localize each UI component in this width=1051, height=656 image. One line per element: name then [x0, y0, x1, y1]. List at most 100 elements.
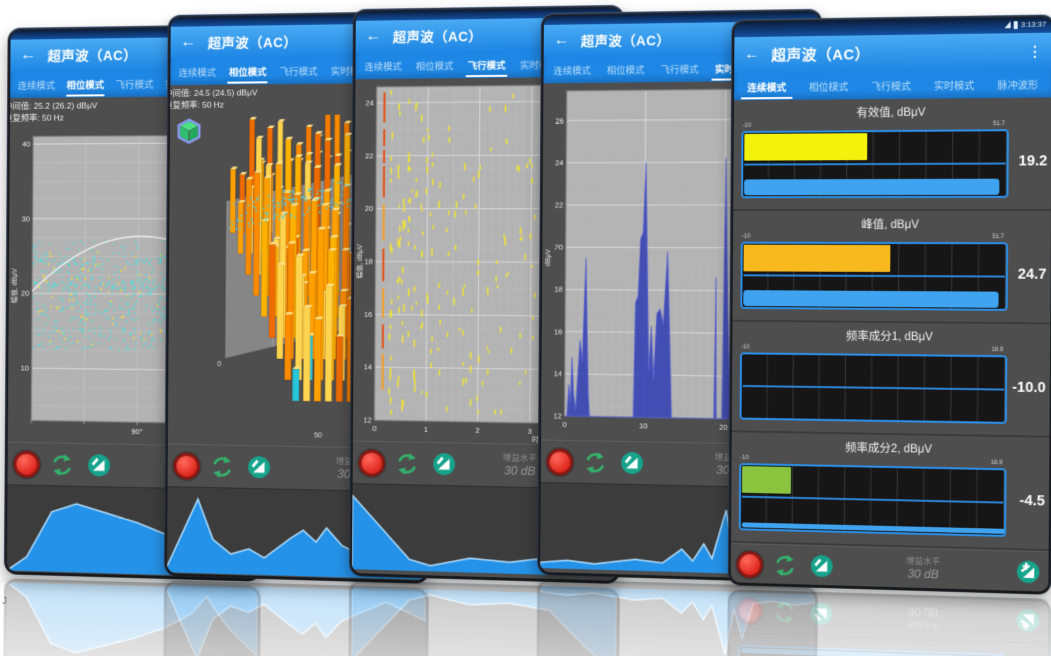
control-bar: 增益水平 30 dB [731, 543, 1049, 592]
tab-飞行模式[interactable]: 飞行模式 [110, 70, 160, 98]
gauge-fill-bar [744, 245, 891, 272]
refresh-button[interactable] [773, 552, 798, 577]
gain-button[interactable] [247, 455, 271, 479]
gauge-min-label: -10 [743, 123, 751, 129]
svg-text:幅值, dBμV: 幅值, dBμV [10, 268, 19, 303]
gauge-value: 19.2 [1019, 153, 1048, 169]
svg-text:20: 20 [719, 423, 727, 432]
tab-相位模式[interactable]: 相位模式 [599, 55, 653, 82]
gauge-peak-bar [742, 522, 1005, 534]
back-button[interactable]: ← [180, 33, 196, 51]
gauge-min-label: -10 [740, 455, 748, 461]
tab-连续模式[interactable]: 连续模式 [357, 52, 409, 79]
gain-button[interactable] [810, 554, 834, 579]
gauge-max-label: 18.9 [991, 460, 1003, 466]
gauge-max-label: 51.7 [992, 234, 1004, 240]
gain-level: 增益水平 30 dB [503, 453, 537, 479]
svg-text:0: 0 [562, 420, 566, 429]
svg-text:26: 26 [556, 116, 564, 125]
tab-连续模式[interactable]: 连续模式 [12, 71, 61, 98]
svg-text:24: 24 [366, 98, 374, 107]
back-button[interactable]: ← [20, 46, 36, 64]
page-title: 超声波（AC） [208, 31, 298, 52]
record-button[interactable] [550, 451, 571, 472]
tab-脉冲波形[interactable]: 脉冲波形 [986, 69, 1050, 98]
tab-连续模式[interactable]: 连续模式 [172, 58, 222, 85]
status-bar-right: 3:13:37 [1004, 20, 1046, 30]
refresh-button[interactable] [395, 451, 420, 476]
svg-text:1: 1 [424, 425, 428, 434]
tab-飞行模式[interactable]: 飞行模式 [860, 71, 923, 100]
app-header: ← 超声波（AC） ⋮ [734, 33, 1051, 73]
svg-text:10: 10 [21, 363, 29, 372]
overflow-menu-icon[interactable]: ⋮ [1028, 42, 1042, 59]
tab-飞行模式[interactable]: 飞行模式 [273, 57, 324, 85]
battery-icon [1014, 21, 1018, 29]
refresh-button[interactable] [210, 454, 235, 479]
gain-button[interactable] [620, 451, 644, 475]
refresh-button[interactable] [50, 452, 75, 477]
svg-text:20: 20 [365, 204, 373, 213]
tab-相位模式[interactable]: 相位模式 [222, 57, 273, 84]
record-button[interactable] [176, 455, 197, 476]
tab-飞行模式[interactable]: 飞行模式 [460, 51, 512, 79]
tab-相位模式[interactable]: 相位模式 [797, 71, 859, 100]
gain-button[interactable] [432, 452, 456, 476]
svg-text:16: 16 [364, 310, 372, 319]
record-button[interactable] [739, 553, 760, 574]
gauge-mid-line [743, 385, 1004, 391]
svg-text:20: 20 [555, 243, 563, 252]
gauge-bar-area [741, 129, 1009, 198]
tab-飞行模式[interactable]: 飞行模式 [652, 55, 706, 83]
svg-text:2: 2 [475, 426, 479, 435]
svg-text:14: 14 [364, 363, 372, 372]
gauge-list: 有效值, dBμV-1051.719.2峰值, dBμV-1051.724.7频… [731, 97, 1051, 551]
svg-text:18: 18 [554, 285, 562, 294]
tab-相位模式[interactable]: 相位模式 [61, 70, 110, 97]
gauge-fill-bar [742, 466, 791, 494]
gauge-fill-bar [744, 133, 867, 160]
gauge-panel-2: 峰值, dBμV-1051.724.7 [732, 211, 1051, 324]
phone-screen-continuous-mode: 3:13:37 ← 超声波（AC） ⋮ 连续模式相位模式飞行模式实时模式脉冲波形… [728, 14, 1051, 594]
gauge-value: 24.7 [1018, 267, 1047, 283]
cube-3d-toggle-icon[interactable] [176, 118, 203, 145]
svg-text:40: 40 [22, 140, 30, 149]
gauge-bar-area [740, 352, 1008, 424]
svg-text:0: 0 [217, 361, 221, 368]
svg-text:12: 12 [363, 415, 371, 424]
gain-button[interactable] [87, 453, 111, 477]
back-button[interactable]: ← [744, 46, 760, 64]
page-title: 超声波（AC） [48, 44, 138, 65]
signal-icon [1004, 21, 1010, 28]
record-button[interactable] [16, 453, 37, 474]
svg-text:20: 20 [21, 289, 29, 298]
svg-text:10: 10 [639, 421, 647, 430]
svg-text:50: 50 [314, 432, 322, 439]
gauge-bar-area [740, 242, 1008, 311]
tab-bar: 连续模式相位模式飞行模式实时模式脉冲波形 [734, 69, 1051, 100]
gauge-title: 频率成分2, dBμV [732, 432, 1050, 459]
page-title: 超声波（AC） [393, 25, 483, 46]
back-button[interactable]: ← [365, 27, 381, 45]
tab-连续模式[interactable]: 连续模式 [736, 72, 798, 100]
refresh-button[interactable] [583, 450, 608, 475]
tab-连续模式[interactable]: 连续模式 [545, 56, 598, 83]
svg-text:14: 14 [554, 369, 562, 378]
tab-实时模式[interactable]: 实时模式 [922, 70, 986, 99]
gauge-mid-line [743, 274, 1004, 277]
page-title: 超声波（AC） [771, 43, 870, 65]
montage-stage: ← 超声波（AC） ⋮ 连续模式相位模式飞行模式实时模式脉冲波形 中间值: 25… [0, 0, 1051, 656]
svg-text:幅值, dBμV: 幅值, dBμV [355, 244, 364, 279]
gauge-max-label: 51.7 [993, 121, 1005, 127]
record-button[interactable] [361, 452, 382, 473]
page-title: 超声波（AC） [581, 29, 671, 50]
tab-相位模式[interactable]: 相位模式 [409, 51, 461, 78]
back-button[interactable]: ← [553, 32, 569, 50]
gauge-peak-bar [743, 290, 998, 308]
gauge-title: 有效值, dBμV [734, 97, 1051, 121]
svg-text:90°: 90° [131, 427, 142, 436]
gauge-mid-line [744, 163, 1005, 166]
svg-text:22: 22 [555, 201, 563, 210]
gain-plus-button[interactable] [1016, 559, 1041, 584]
svg-text:12: 12 [553, 411, 561, 420]
